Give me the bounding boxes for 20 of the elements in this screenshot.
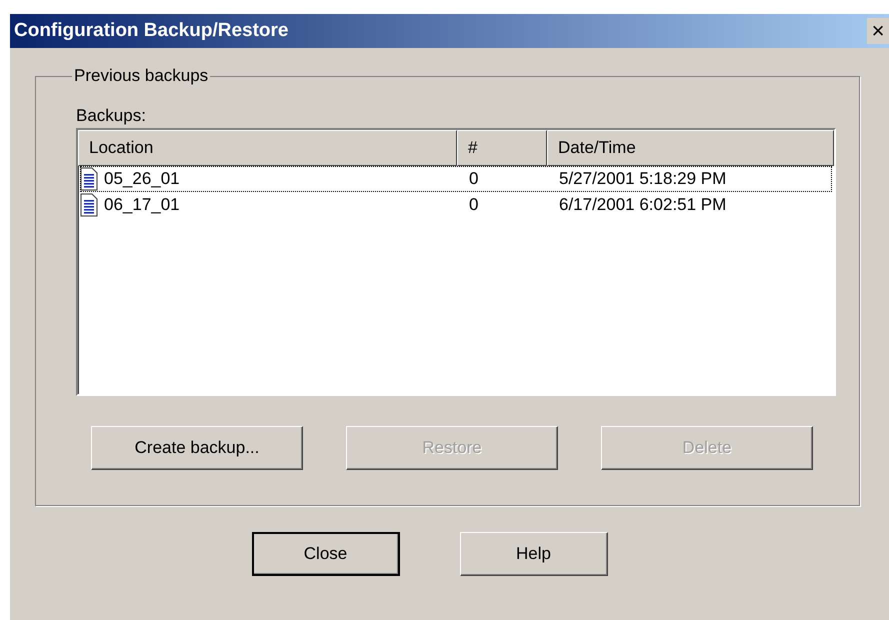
dialog-button[interactable]: Help	[460, 532, 608, 576]
list-cell: 05_26_01	[104, 169, 180, 189]
document-icon	[80, 167, 98, 191]
column-header[interactable]: Location	[78, 130, 457, 166]
window-title: Configuration Backup/Restore	[14, 20, 288, 42]
close-button[interactable]: ×	[867, 18, 889, 44]
action-button[interactable]: Create backup...	[91, 426, 303, 470]
list-cell: 06_17_01	[104, 195, 180, 215]
list-cell: 0	[469, 195, 478, 215]
list-cell: 0	[469, 169, 478, 189]
list-row[interactable]: 05_26_01 0 5/27/2001 5:18:29 PM	[80, 166, 832, 192]
column-header[interactable]: #	[457, 130, 547, 166]
list-label: Backups:	[76, 106, 147, 126]
list-row[interactable]: 06_17_01 0 6/17/2001 6:02:51 PM	[80, 192, 832, 218]
dialog-button[interactable]: Close	[252, 532, 400, 576]
group-label: Previous backups	[73, 66, 210, 86]
list-cell: 6/17/2001 6:02:51 PM	[559, 195, 726, 215]
list-cell: 5/27/2001 5:18:29 PM	[559, 169, 726, 189]
document-icon	[80, 193, 98, 217]
column-header[interactable]: Date/Time	[547, 130, 834, 166]
